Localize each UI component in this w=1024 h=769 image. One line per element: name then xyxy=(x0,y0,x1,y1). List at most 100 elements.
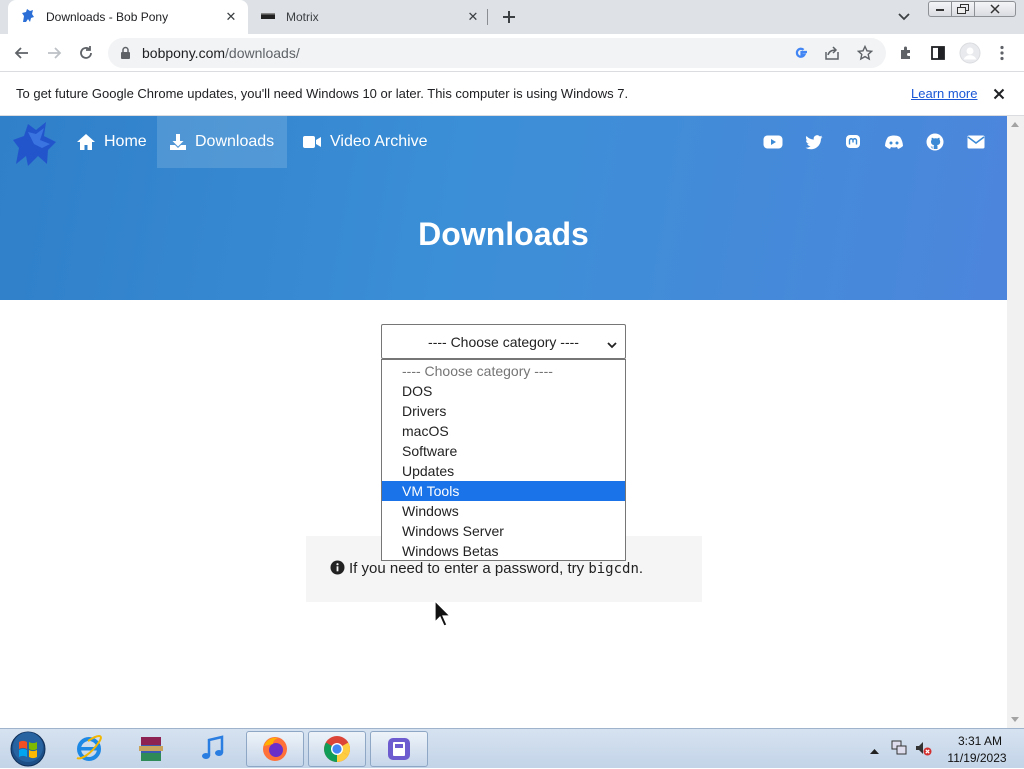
three-dots-icon xyxy=(1000,45,1004,61)
bookmark-star-icon[interactable] xyxy=(856,44,874,66)
motrix-favicon-icon xyxy=(260,8,276,27)
url-host: bobpony.com xyxy=(142,45,226,61)
profile-icon xyxy=(959,42,981,64)
category-select-value: ---- Choose category ---- xyxy=(428,333,579,350)
notice-message: If you need to enter a password, try xyxy=(349,560,585,577)
update-infobar: To get future Google Chrome updates, you… xyxy=(0,72,1024,116)
category-option[interactable]: Windows Betas xyxy=(382,541,625,561)
github-icon[interactable] xyxy=(925,132,945,152)
nav-downloads-label: Downloads xyxy=(195,133,275,150)
itunes-icon[interactable] xyxy=(184,731,242,767)
network-icon[interactable] xyxy=(890,739,908,760)
category-option[interactable]: Windows xyxy=(382,501,625,521)
scroll-up-icon[interactable] xyxy=(1011,122,1019,127)
tab-divider xyxy=(487,9,488,25)
tab-strip: Downloads - Bob Pony ✕ Motrix ✕ xyxy=(0,0,1024,34)
page-scrollbar[interactable] xyxy=(1007,116,1024,728)
reload-button[interactable] xyxy=(72,39,100,67)
web-page: Home Downloads Video Archive Downloads I… xyxy=(0,116,1007,728)
start-button[interactable] xyxy=(5,730,51,768)
tab-title: Downloads - Bob Pony xyxy=(46,10,169,24)
learn-more-link[interactable]: Learn more xyxy=(911,86,977,101)
tab-close-icon[interactable]: ✕ xyxy=(462,6,484,28)
lock-icon[interactable] xyxy=(120,46,131,65)
mouse-cursor-icon xyxy=(434,599,456,633)
windows-taskbar: 3:31 AM 11/19/2023 xyxy=(0,728,1024,768)
category-option[interactable]: Windows Server xyxy=(382,521,625,541)
twitter-icon[interactable] xyxy=(804,132,824,152)
back-arrow-icon xyxy=(14,47,28,59)
chevron-down-icon xyxy=(607,336,617,352)
nav-video-archive[interactable]: Video Archive xyxy=(290,116,440,168)
extensions-button[interactable] xyxy=(892,39,920,67)
system-tray: 3:31 AM 11/19/2023 xyxy=(866,729,1024,769)
share-icon[interactable] xyxy=(824,45,840,66)
category-option-highlighted[interactable]: VM Tools xyxy=(382,481,625,501)
category-dropdown-list: ---- Choose category ---- DOS Drivers ma… xyxy=(381,359,626,561)
category-option[interactable]: Updates xyxy=(382,461,625,481)
home-icon xyxy=(77,134,95,150)
tab-search-button[interactable] xyxy=(892,7,916,27)
category-option[interactable]: Software xyxy=(382,441,625,461)
tab-downloads-bob-pony[interactable]: Downloads - Bob Pony ✕ xyxy=(8,0,248,34)
browser-toolbar: bobpony.com/downloads/ xyxy=(0,34,1024,72)
clock-date[interactable]: 11/19/2023 xyxy=(942,751,1012,765)
tab-close-icon[interactable]: ✕ xyxy=(220,6,242,28)
infobar-close-icon[interactable] xyxy=(990,85,1008,103)
notice-password: bigcdn xyxy=(588,561,639,577)
browser-menu-button[interactable] xyxy=(988,39,1016,67)
download-icon xyxy=(170,134,186,150)
url-path: /downloads/ xyxy=(225,45,300,61)
volume-muted-icon[interactable] xyxy=(914,739,932,760)
category-option[interactable]: ---- Choose category ---- xyxy=(382,361,625,381)
winrar-icon[interactable] xyxy=(122,731,180,767)
minimize-icon xyxy=(936,9,944,11)
category-option[interactable]: Drivers xyxy=(382,401,625,421)
scroll-down-icon[interactable] xyxy=(1011,717,1019,722)
mastodon-icon[interactable] xyxy=(843,132,863,152)
tab-motrix[interactable]: Motrix ✕ xyxy=(250,0,490,34)
internet-explorer-icon[interactable] xyxy=(60,731,118,767)
notice-text: If you need to enter a password, try big… xyxy=(330,560,643,579)
youtube-icon[interactable] xyxy=(763,132,783,152)
video-camera-icon xyxy=(303,136,321,148)
window-restore-button[interactable] xyxy=(951,1,975,17)
nav-home[interactable]: Home xyxy=(64,116,159,168)
tab-title: Motrix xyxy=(286,10,319,24)
google-lens-icon[interactable] xyxy=(793,45,809,66)
notice-suffix: . xyxy=(638,560,644,577)
email-icon[interactable] xyxy=(966,132,986,152)
firefox-icon[interactable] xyxy=(246,731,304,767)
profile-avatar[interactable] xyxy=(956,39,984,67)
category-option[interactable]: macOS xyxy=(382,421,625,441)
plus-icon xyxy=(503,11,515,23)
chevron-down-icon xyxy=(898,13,910,21)
motrix-icon[interactable] xyxy=(370,731,428,767)
windows-orb-icon xyxy=(10,731,46,767)
nav-downloads[interactable]: Downloads xyxy=(157,116,287,168)
page-title: Downloads xyxy=(418,216,589,252)
new-tab-button[interactable] xyxy=(497,5,521,29)
hero-banner: Home Downloads Video Archive Downloads xyxy=(0,116,1007,300)
side-panel-button[interactable] xyxy=(924,39,952,67)
back-button[interactable] xyxy=(8,39,36,67)
site-navbar: Home Downloads Video Archive xyxy=(0,116,1007,168)
infobar-message: To get future Google Chrome updates, you… xyxy=(16,86,629,101)
chrome-icon[interactable] xyxy=(308,731,366,767)
bob-pony-favicon-icon xyxy=(20,8,36,27)
side-panel-icon xyxy=(931,46,945,60)
window-close-button[interactable] xyxy=(974,1,1016,17)
category-option[interactable]: DOS xyxy=(382,381,625,401)
reload-icon xyxy=(80,46,92,59)
window-minimize-button[interactable] xyxy=(928,1,952,17)
address-bar[interactable]: bobpony.com/downloads/ xyxy=(108,38,886,68)
discord-icon[interactable] xyxy=(884,132,904,152)
category-select[interactable]: ---- Choose category ---- xyxy=(381,324,626,359)
forward-arrow-icon xyxy=(48,47,62,59)
nav-video-archive-label: Video Archive xyxy=(330,133,428,150)
bob-pony-logo[interactable] xyxy=(10,118,60,173)
forward-button[interactable] xyxy=(40,39,68,67)
show-hidden-icons-icon[interactable] xyxy=(870,743,879,757)
nav-home-label: Home xyxy=(104,133,147,150)
clock-time[interactable]: 3:31 AM xyxy=(950,734,1010,748)
